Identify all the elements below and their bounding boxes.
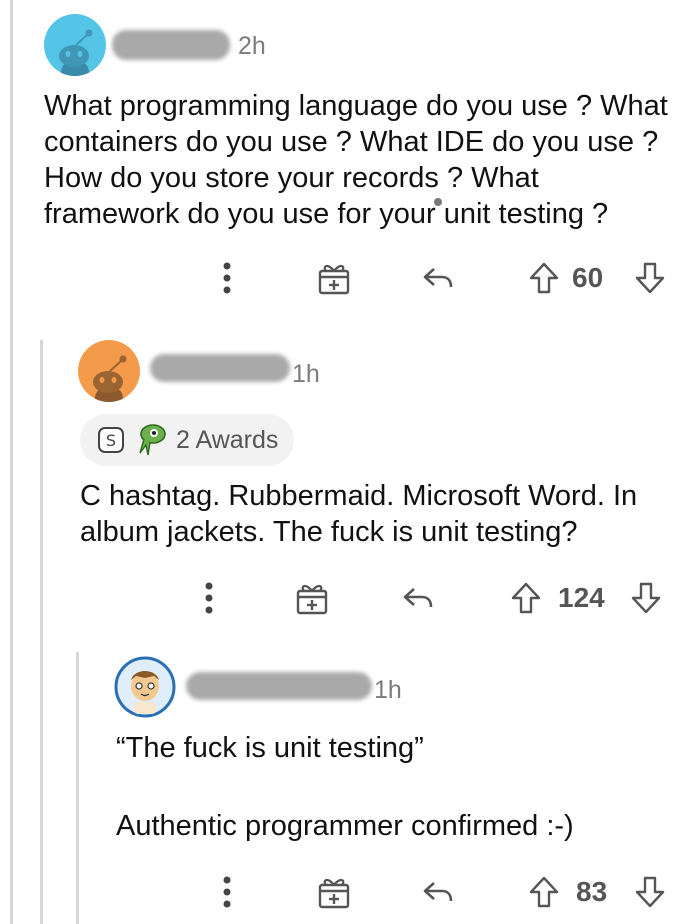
- give-award-button[interactable]: [314, 258, 354, 298]
- reply-icon: [423, 268, 453, 288]
- reply-icon: [423, 882, 453, 902]
- give-award-button[interactable]: [314, 872, 354, 912]
- give-award-icon: [318, 879, 350, 909]
- comment-1: 2h What programming language do you use …: [0, 0, 700, 320]
- comment-body: What programming language do you use ? W…: [44, 90, 668, 230]
- comment-header: [78, 340, 140, 402]
- reply-button[interactable]: [398, 578, 438, 618]
- more-options-button[interactable]: [194, 578, 224, 618]
- redacted-username: [112, 30, 230, 60]
- vote-score: 83: [576, 876, 608, 907]
- comment-body-line-1: “The fuck is unit testing”: [116, 732, 424, 764]
- downvote-button[interactable]: [630, 258, 670, 298]
- upvote-icon: [529, 262, 559, 294]
- give-award-icon: [318, 265, 350, 295]
- comment-body: C hashtag. Rubbermaid. Microsoft Word. I…: [80, 480, 638, 548]
- more-options-icon: [223, 262, 231, 294]
- reply-button[interactable]: [418, 872, 458, 912]
- upvote-icon: [511, 582, 541, 614]
- anime-avatar-icon: [114, 656, 176, 718]
- comment-header: [44, 14, 106, 76]
- comment-3: 1h “The fuck is unit testing” Authentic …: [0, 650, 700, 924]
- upvote-icon: [529, 876, 559, 908]
- give-award-icon: [296, 585, 328, 615]
- more-options-button[interactable]: [212, 872, 242, 912]
- comment-body-line-2: Authentic programmer confirmed :-): [116, 810, 574, 842]
- give-award-button[interactable]: [292, 578, 332, 618]
- more-options-icon: [205, 582, 213, 614]
- downvote-icon: [635, 262, 665, 294]
- comment-actions: 124: [0, 578, 700, 618]
- avatar[interactable]: [114, 656, 176, 718]
- downvote-button[interactable]: [626, 578, 666, 618]
- snoo-avatar-icon: [59, 29, 93, 76]
- downvote-icon: [635, 876, 665, 908]
- awards-badge[interactable]: S 2 Awards: [80, 414, 295, 466]
- wholesome-seal-award-icon: [139, 424, 166, 456]
- timestamp: 1h: [292, 360, 320, 388]
- svg-text:S: S: [106, 431, 116, 450]
- touch-cursor-indicator: [434, 198, 442, 206]
- upvote-button[interactable]: [506, 578, 546, 618]
- vote-score: 124: [558, 582, 605, 613]
- reply-icon: [403, 588, 433, 608]
- downvote-icon: [631, 582, 661, 614]
- comment-header: [114, 656, 176, 718]
- vote-score: 60: [572, 262, 604, 293]
- silver-award-icon: S: [98, 427, 124, 453]
- timestamp: 2h: [238, 32, 266, 60]
- awards-count: 2 Awards: [176, 425, 279, 454]
- timestamp: 1h: [374, 676, 402, 704]
- avatar[interactable]: [78, 340, 140, 402]
- more-options-icon: [223, 876, 231, 908]
- comment-actions: 60: [0, 258, 700, 298]
- comment-2: 1h S 2 Awards C hashtag. Rubbermaid. Mic…: [0, 330, 700, 640]
- comment-actions: 83: [0, 872, 700, 912]
- upvote-button[interactable]: [524, 258, 564, 298]
- snoo-avatar-icon: [93, 355, 127, 402]
- redacted-username: [150, 354, 290, 382]
- redacted-username: [186, 672, 372, 700]
- reply-button[interactable]: [418, 258, 458, 298]
- upvote-button[interactable]: [524, 872, 564, 912]
- more-options-button[interactable]: [212, 258, 242, 298]
- avatar[interactable]: [44, 14, 106, 76]
- downvote-button[interactable]: [630, 872, 670, 912]
